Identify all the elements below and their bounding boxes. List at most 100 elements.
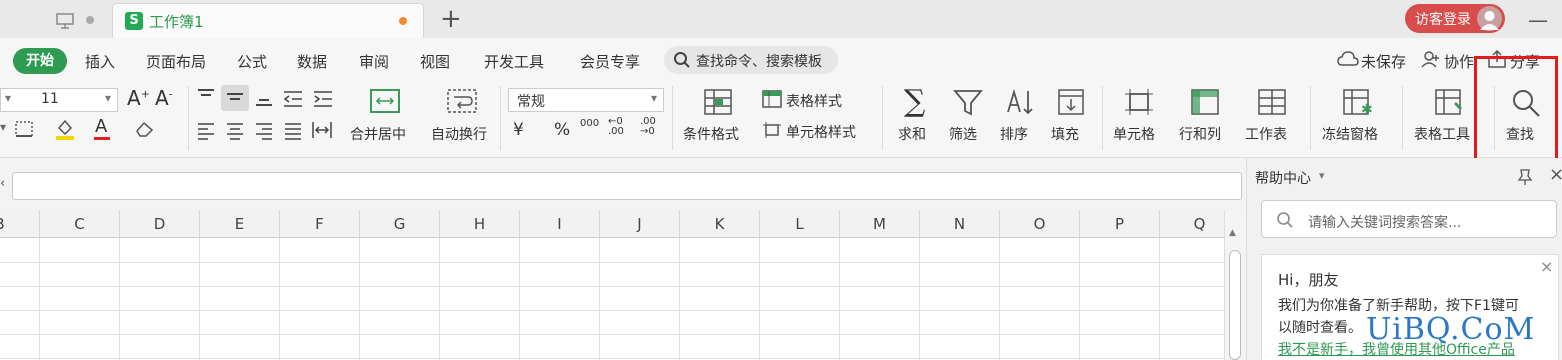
wrap-text-button[interactable]: 自动换行 <box>431 124 487 144</box>
grid-column-line <box>359 238 360 360</box>
column-header-cell[interactable]: N <box>920 210 1000 238</box>
align-bottom-icon[interactable] <box>254 92 274 108</box>
filter-button[interactable]: 筛选 <box>949 124 977 144</box>
grid-row-line <box>0 310 1224 311</box>
unsaved-status[interactable]: 未保存 <box>1361 51 1406 72</box>
chevron-down-icon[interactable]: ▾ <box>1319 169 1325 182</box>
column-header-cell[interactable]: P <box>1080 210 1160 238</box>
justify-icon[interactable] <box>283 122 303 140</box>
column-header-cell[interactable]: K <box>680 210 760 238</box>
column-header-cell[interactable]: G <box>360 210 440 238</box>
menu-member[interactable]: 会员专享 <box>580 51 640 72</box>
help-title[interactable]: 帮助中心 <box>1255 168 1311 188</box>
conditional-format-icon[interactable] <box>703 88 733 116</box>
sort-button[interactable]: 排序 <box>1000 124 1028 144</box>
command-search[interactable]: 查找命令、搜索模板 <box>664 46 838 74</box>
distribute-icon[interactable] <box>311 120 333 140</box>
border-icon[interactable] <box>14 120 36 138</box>
thousands-button[interactable]: 000 <box>580 118 599 129</box>
cloud-icon <box>1337 51 1359 66</box>
column-header-cell[interactable]: L <box>760 210 840 238</box>
align-top-icon[interactable] <box>196 88 216 104</box>
scroll-up-icon[interactable]: ▲ <box>1229 228 1236 238</box>
percent-button[interactable]: % <box>554 120 570 140</box>
help-greeting: Hi，朋友 <box>1278 271 1339 289</box>
close-icon[interactable]: × <box>1549 164 1562 185</box>
column-header-cell[interactable]: H <box>440 210 520 238</box>
menu-formula[interactable]: 公式 <box>237 51 267 72</box>
menu-view[interactable]: 视图 <box>420 51 450 72</box>
collab-icon <box>1421 51 1439 68</box>
menu-developer[interactable]: 开发工具 <box>484 51 544 72</box>
indent-increase-icon[interactable] <box>312 90 334 108</box>
currency-button[interactable]: ¥ <box>513 120 524 140</box>
column-header-cell[interactable]: B <box>0 210 40 238</box>
align-left-icon[interactable] <box>196 122 216 140</box>
tab-inactive[interactable] <box>0 3 108 38</box>
formula-input[interactable] <box>12 172 1242 200</box>
table-tools-button[interactable]: 表格工具 <box>1414 124 1470 144</box>
number-format-select[interactable]: 常规 ▾ <box>508 88 664 112</box>
collab-button[interactable]: 协作 <box>1444 51 1474 72</box>
merge-center-button[interactable]: 合并居中 <box>350 124 406 144</box>
fill-button[interactable]: 填充 <box>1051 124 1079 144</box>
wrap-text-icon[interactable] <box>446 88 478 114</box>
column-header-cell[interactable]: J <box>600 210 680 238</box>
indent-decrease-icon[interactable] <box>282 90 304 108</box>
new-tab-button[interactable]: + <box>440 4 462 34</box>
minimize-button[interactable]: — <box>1528 8 1548 32</box>
column-header-cell[interactable]: F <box>280 210 360 238</box>
merge-center-icon[interactable] <box>369 88 401 114</box>
column-header-cell[interactable]: M <box>840 210 920 238</box>
cell-button[interactable]: 单元格 <box>1113 124 1155 144</box>
pin-icon[interactable] <box>1517 168 1533 186</box>
column-header-cell[interactable]: I <box>520 210 600 238</box>
menu-start[interactable]: 开始 <box>13 48 67 74</box>
align-center-icon[interactable] <box>225 122 245 140</box>
fill-color-icon[interactable] <box>54 118 76 140</box>
font-size-select[interactable]: ▾ 11 ▾ <box>0 88 118 112</box>
column-header-cell[interactable]: O <box>1000 210 1080 238</box>
sort-icon <box>1007 88 1033 115</box>
sum-button[interactable]: 求和 <box>898 124 926 144</box>
column-header-cell[interactable]: C <box>40 210 120 238</box>
align-middle-button[interactable] <box>221 85 249 111</box>
menu-page-layout[interactable]: 页面布局 <box>146 51 206 72</box>
table-style-button[interactable]: 表格样式 <box>786 91 842 111</box>
column-header-cell[interactable]: D <box>120 210 200 238</box>
font-color-icon[interactable]: A <box>95 116 107 137</box>
close-icon[interactable]: × <box>1540 257 1553 276</box>
table-style-icon <box>762 90 782 108</box>
grid-row-line <box>0 286 1224 287</box>
menu-review[interactable]: 审阅 <box>359 51 389 72</box>
font-grow-icon[interactable]: A+ <box>127 86 150 110</box>
tab-workbook[interactable]: S 工作簿1 <box>112 3 424 38</box>
cell-style-button[interactable]: 单元格样式 <box>786 122 856 142</box>
chevron-left-icon[interactable]: ‹ <box>0 176 5 191</box>
avatar <box>1477 6 1502 31</box>
scroll-thumb[interactable] <box>1229 250 1241 360</box>
grid-row-line <box>0 358 1224 359</box>
grid-column-line <box>599 238 600 360</box>
worksheet-button[interactable]: 工作表 <box>1245 124 1287 144</box>
help-search-input[interactable]: 请输入关键词搜索答案... <box>1261 200 1557 238</box>
sheet-logo-icon: S <box>125 12 143 30</box>
chevron-down-icon[interactable]: ▾ <box>0 120 6 134</box>
login-button[interactable]: 访客登录 <box>1405 4 1505 33</box>
grid-column-line <box>199 238 200 360</box>
vertical-scrollbar[interactable]: ▲ <box>1224 210 1246 360</box>
freeze-pane-button[interactable]: 冻结窗格 <box>1322 124 1378 144</box>
menu-data[interactable]: 数据 <box>297 51 327 72</box>
decimal-increase-icon[interactable]: ←0.00 <box>608 117 624 137</box>
column-header-cell[interactable]: E <box>200 210 280 238</box>
menu-insert[interactable]: 插入 <box>85 51 115 72</box>
font-shrink-icon[interactable]: A- <box>155 86 173 110</box>
eraser-icon[interactable] <box>134 120 156 138</box>
worksheet-icon <box>1258 89 1286 115</box>
align-right-icon[interactable] <box>254 122 274 140</box>
grid-column-line <box>1079 238 1080 360</box>
decimal-decrease-icon[interactable]: .00 →0 <box>640 117 656 137</box>
conditional-format-button[interactable]: 条件格式 <box>683 124 739 144</box>
cell-icon <box>1125 89 1153 115</box>
row-column-button[interactable]: 行和列 <box>1179 124 1221 144</box>
